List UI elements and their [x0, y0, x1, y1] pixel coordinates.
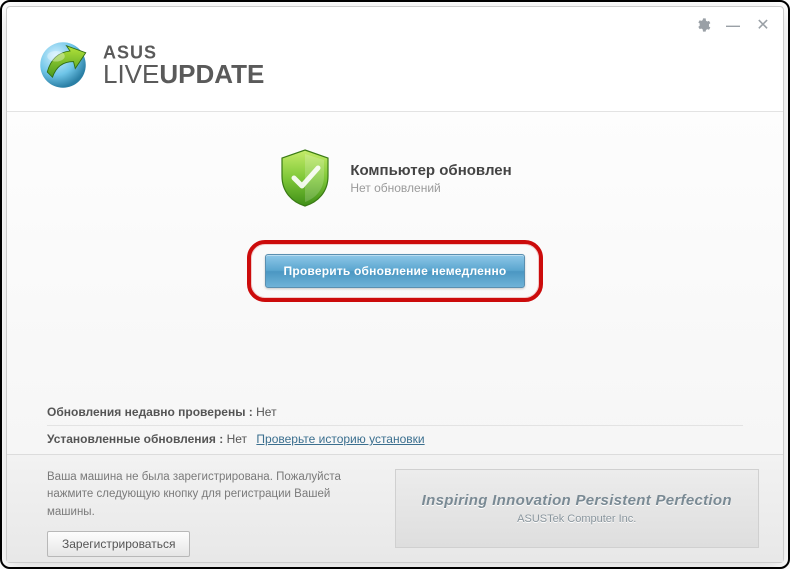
info-checked: Обновления недавно проверены : Нет [47, 399, 743, 426]
info-installed: Установленные обновления : Нет Проверьте… [47, 426, 743, 452]
action-highlight: Проверить обновление немедленно [247, 240, 543, 302]
checked-value: Нет [256, 405, 276, 419]
status-subtitle: Нет обновлений [350, 181, 511, 195]
brand-slogan: Inspiring Innovation Persistent Perfecti… [422, 492, 732, 509]
titlebar: — ✕ [7, 7, 783, 37]
brand-company: ASUSTek Computer Inc. [517, 513, 636, 525]
brand-asus: ASUS [103, 43, 264, 62]
status-row: Компьютер обновлен Нет обновлений [278, 148, 511, 208]
brand-panel: Inspiring Innovation Persistent Perfecti… [395, 469, 759, 548]
logo-icon [35, 37, 91, 93]
close-button[interactable]: ✕ [753, 15, 773, 35]
check-update-button[interactable]: Проверить обновление немедленно [265, 254, 525, 288]
footer: Ваша машина не была зарегистрирована. По… [7, 454, 783, 562]
settings-icon[interactable] [693, 15, 713, 35]
installed-value: Нет [227, 432, 247, 446]
brand-liveupdate: LIVEUPDATE [103, 61, 264, 87]
logo-text: ASUS LIVEUPDATE [103, 43, 264, 87]
installed-label: Установленные обновления : [47, 432, 223, 446]
minimize-button[interactable]: — [723, 15, 743, 35]
status-title: Компьютер обновлен [350, 162, 511, 179]
info-section: Обновления недавно проверены : Нет Устан… [7, 385, 783, 454]
app-window: — ✕ [6, 6, 784, 563]
checked-label: Обновления недавно проверены : [47, 405, 253, 419]
register-button[interactable]: Зарегистрироваться [47, 531, 190, 557]
header: ASUS LIVEUPDATE [7, 37, 783, 112]
main-area: Компьютер обновлен Нет обновлений Провер… [7, 112, 783, 454]
history-link[interactable]: Проверьте историю установки [256, 432, 424, 446]
shield-icon [278, 148, 332, 208]
registration-block: Ваша машина не была зарегистрирована. По… [47, 469, 375, 548]
registration-message: Ваша машина не была зарегистрирована. По… [47, 469, 375, 521]
